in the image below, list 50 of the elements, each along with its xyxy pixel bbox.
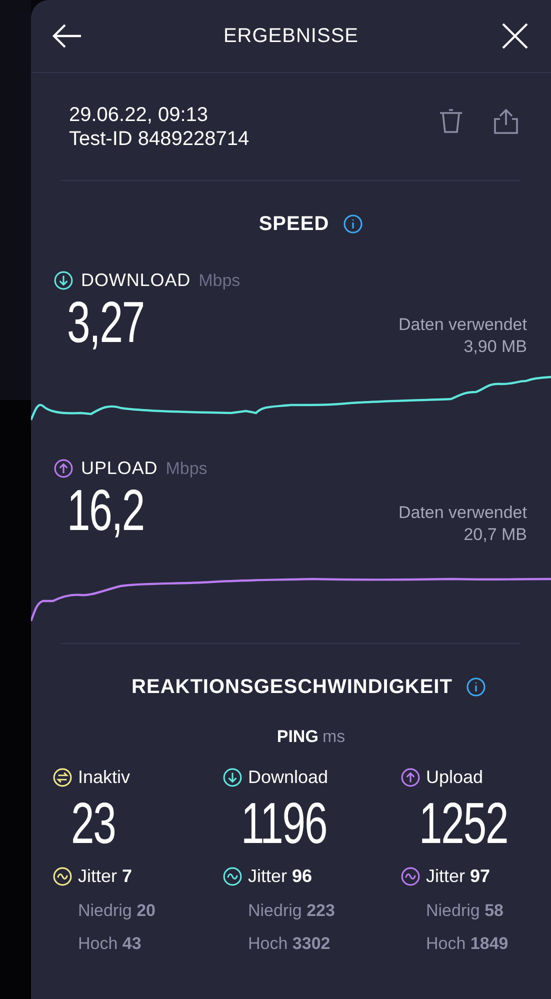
close-icon [502, 23, 528, 49]
share-icon [493, 108, 519, 134]
data-used-label: Daten verwendet [398, 502, 527, 524]
jitter-value: Jitter 96 [248, 864, 312, 888]
ping-value: 1196 [240, 790, 328, 856]
ping-label: Download [248, 766, 328, 788]
test-date: 29.06.22, 09:13 [69, 102, 210, 126]
speed-value: 3,27 [66, 294, 144, 352]
low-value: Niedrig 20 [77, 900, 157, 922]
low-value: Niedrig 223 [247, 900, 336, 922]
info-icon [343, 214, 364, 234]
speed-value: 16,2 [66, 482, 144, 540]
trash-icon [439, 108, 463, 134]
jitter-value: Jitter 97 [426, 864, 490, 888]
ping-label: PING [276, 726, 318, 748]
unit-label: Mbps [198, 270, 240, 292]
info-button[interactable] [343, 214, 364, 234]
screen-title: ERGEBNISSE [223, 24, 359, 49]
ping-value: 23 [70, 790, 116, 856]
data-used-value: 3,90 MB [464, 336, 527, 358]
unit-label: Mbps [166, 458, 208, 480]
jitter-value: Jitter 7 [78, 864, 132, 888]
data-used-label: Daten verwendet [398, 314, 527, 336]
up-arrow-circle-icon [54, 459, 73, 478]
wave-circle-icon [223, 866, 242, 886]
section-title: REAKTIONSGESCHWINDIGKEIT [132, 675, 452, 700]
delete-button[interactable] [439, 108, 463, 134]
up-arrow-circle-icon [401, 768, 420, 786]
wave-circle-icon [401, 866, 420, 886]
test-id: Test-ID 8489228714 [69, 126, 250, 150]
ping-label: Upload [426, 766, 484, 789]
result-label: DOWNLOAD [81, 269, 191, 292]
data-used-value: 20,7 MB [464, 524, 527, 546]
info-button[interactable] [466, 677, 486, 697]
low-value: Niedrig 58 [425, 900, 505, 922]
wave-circle-icon [53, 866, 72, 886]
section-title: SPEED [258, 212, 330, 237]
result-label: UPLOAD [81, 457, 158, 480]
down-arrow-circle-icon [54, 271, 73, 290]
high-value: Hoch 3302 [247, 933, 332, 955]
high-value: Hoch 1849 [425, 933, 510, 955]
ping-unit: ms [322, 726, 346, 748]
info-icon [466, 677, 486, 697]
down-arrow-circle-icon [223, 768, 242, 786]
swap-arrows-circle-icon [53, 768, 72, 786]
high-value: Hoch 43 [77, 933, 142, 955]
share-button[interactable] [493, 108, 519, 134]
ping-value: 1252 [418, 790, 509, 856]
back-arrow-icon [52, 23, 82, 49]
ping-label: Inaktiv [78, 766, 130, 788]
